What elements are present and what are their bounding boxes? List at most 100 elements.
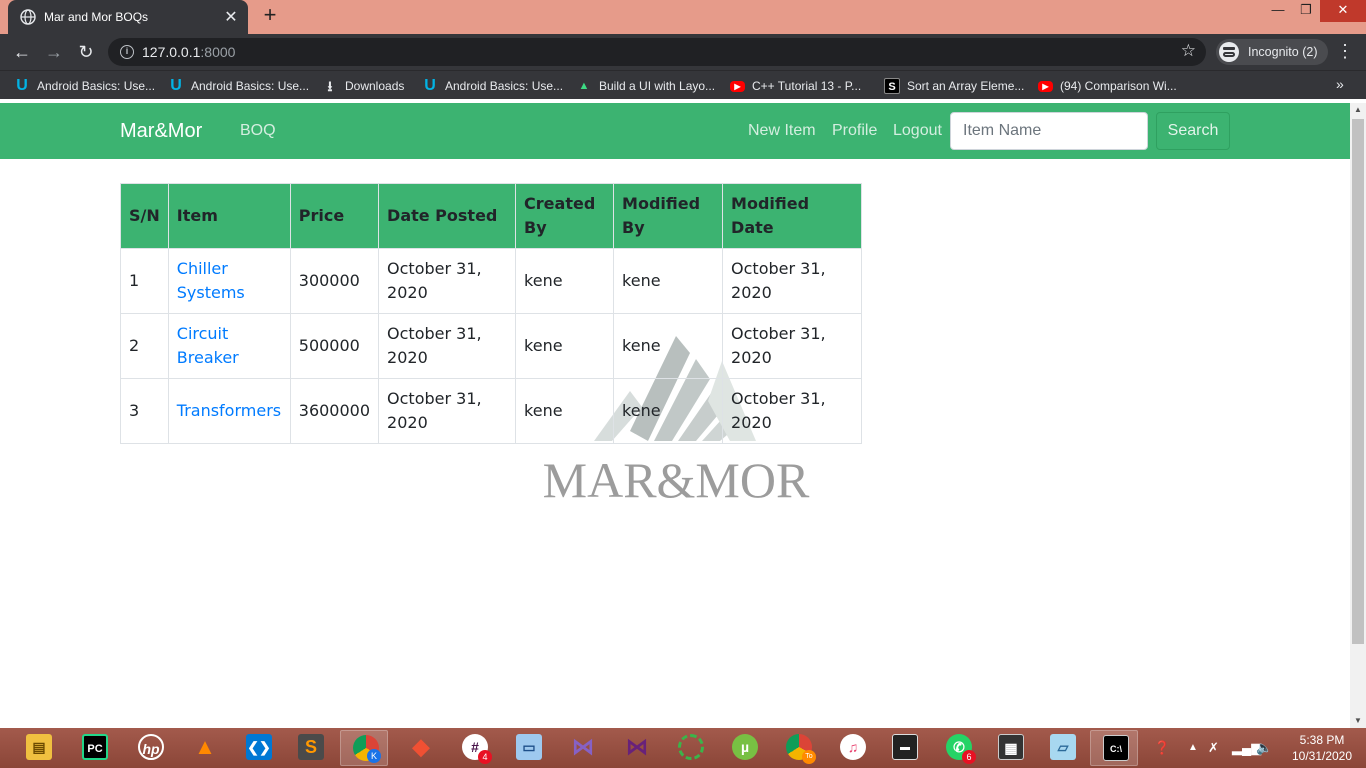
scrollbar-thumb[interactable] xyxy=(1352,119,1364,644)
forward-icon[interactable]: → xyxy=(42,40,66,64)
nav-link-profile[interactable]: Profile xyxy=(832,122,877,140)
bookmark-item[interactable]: ▶ (94) Comparison Wi... xyxy=(1038,77,1177,95)
taskbar-notepad[interactable]: ▱ xyxy=(1038,730,1086,766)
watermark-text: MAR&MOR xyxy=(543,452,810,503)
bookmark-item[interactable]: ▲ Build a UI with Layo... xyxy=(576,77,716,95)
taskbar-visual-studio-2[interactable]: ⋈ xyxy=(612,730,660,766)
taskbar-hp[interactable]: hp xyxy=(126,730,174,766)
navbar-brand[interactable]: Mar&Mor xyxy=(120,120,202,143)
show-hidden-icons[interactable]: ▲ xyxy=(1188,728,1198,768)
nav-link-boq[interactable]: BOQ xyxy=(240,122,276,140)
cell-modified-date: October 31, 2020 xyxy=(722,248,863,314)
search-input[interactable] xyxy=(950,112,1148,150)
back-icon[interactable]: ← xyxy=(10,40,34,64)
network-icon[interactable]: ✗ xyxy=(1208,728,1219,768)
cell-date-posted: October 31, 2020 xyxy=(378,313,517,379)
close-window-icon[interactable]: ✕ xyxy=(1320,0,1366,22)
bookmark-item[interactable]: U Android Basics: Use... xyxy=(422,77,563,95)
menu-icon[interactable]: ⋮ xyxy=(1336,40,1354,62)
table-row: 2 Circuit Breaker 500000 October 31, 202… xyxy=(120,313,863,379)
taskbar-pycharm[interactable]: PC xyxy=(70,730,118,766)
nav-link-new-item[interactable]: New Item xyxy=(748,122,816,140)
incognito-icon xyxy=(1219,42,1239,62)
itunes-icon: ♫ xyxy=(840,734,866,760)
header-modified-by: Modified By xyxy=(613,183,724,249)
restore-icon[interactable]: ❐ xyxy=(1292,0,1320,22)
taskbar-app[interactable]: ▦ xyxy=(986,730,1034,766)
terminal-icon: ▬ xyxy=(892,734,918,760)
cell-sn: 1 xyxy=(120,248,169,314)
browser-tab-strip: Mar and Mor BOQs ✕ + — ❐ ✕ xyxy=(0,0,1366,34)
address-bar[interactable]: i 127.0.0.1:8000 ☆ xyxy=(108,38,1206,66)
taskbar-utorrent[interactable]: µ xyxy=(720,730,768,766)
taskbar-git[interactable]: ◆ xyxy=(396,730,444,766)
pycharm-icon: PC xyxy=(82,734,108,760)
bookmark-item[interactable]: U Android Basics: Use... xyxy=(14,77,155,95)
download-icon: ⭳ xyxy=(327,78,333,94)
table-row: 1 Chiller Systems 300000 October 31, 202… xyxy=(120,248,863,314)
reload-icon[interactable]: ↻ xyxy=(74,40,98,64)
taskbar-file-explorer[interactable]: ▤ xyxy=(14,730,62,766)
header-modified-date: Modified Date xyxy=(722,183,863,249)
taskbar-remote-desktop[interactable]: ▭ xyxy=(504,730,552,766)
taskbar-chrome[interactable]: K xyxy=(340,730,388,766)
item-link[interactable]: Chiller Systems xyxy=(177,259,245,302)
remote-desktop-icon: ▭ xyxy=(516,734,542,760)
bookmark-item[interactable]: U Android Basics: Use... xyxy=(168,77,309,95)
scroll-up-icon[interactable]: ▲ xyxy=(1350,103,1366,117)
vscode-icon: ❮❯ xyxy=(246,734,272,760)
clock-time: 5:38 PM xyxy=(1299,733,1345,747)
utorrent-icon: µ xyxy=(732,734,758,760)
page-viewport: Mar&Mor BOQ New Item Profile Logout Sear… xyxy=(0,103,1350,728)
cell-item: Transformers xyxy=(167,378,291,444)
udacity-icon: U xyxy=(170,77,182,94)
taskbar-itunes[interactable]: ♫ xyxy=(828,730,876,766)
refresh-app-icon xyxy=(678,734,704,760)
taskbar-refresh-app[interactable] xyxy=(666,730,714,766)
bookmark-item[interactable]: S Sort an Array Eleme... xyxy=(884,77,1024,95)
nav-link-logout[interactable]: Logout xyxy=(893,122,942,140)
taskbar-chrome-2[interactable]: To xyxy=(774,730,822,766)
browser-tab[interactable]: Mar and Mor BOQs ✕ xyxy=(8,0,248,34)
close-tab-icon[interactable]: ✕ xyxy=(220,7,242,27)
studytonight-icon: S xyxy=(884,78,900,94)
taskbar-whatsapp[interactable]: ✆ 6 xyxy=(934,730,982,766)
taskbar-vscode[interactable]: ❮❯ xyxy=(234,730,282,766)
youtube-icon: ▶ xyxy=(1038,80,1053,92)
minimize-icon[interactable]: — xyxy=(1264,0,1292,22)
item-link[interactable]: Circuit Breaker xyxy=(177,324,239,367)
taskbar-visual-studio[interactable]: ⋈ xyxy=(558,730,606,766)
taskbar-sublime[interactable]: S xyxy=(286,730,334,766)
help-icon[interactable]: ❓ xyxy=(1154,728,1170,768)
info-icon[interactable]: i xyxy=(120,45,134,59)
cell-modified-by: kene xyxy=(613,248,724,314)
sublime-text-icon: S xyxy=(298,734,324,760)
cell-created-by: kene xyxy=(515,313,615,379)
more-bookmarks-icon[interactable]: » xyxy=(1336,76,1344,92)
boq-table: S/N Item Price Date Posted Created By Mo… xyxy=(120,183,863,444)
globe-icon xyxy=(20,9,36,25)
windows-taskbar: ▤ PC hp ▲ ❮❯ S K ◆ #4 ▭ ⋈ ⋈ µ To ♫ ▬ ✆ 6 … xyxy=(0,728,1366,768)
taskbar-terminal[interactable]: ▬ xyxy=(880,730,928,766)
header-item: Item xyxy=(167,183,291,249)
hp-icon: hp xyxy=(138,734,164,760)
scroll-down-icon[interactable]: ▼ xyxy=(1350,714,1366,728)
cell-created-by: kene xyxy=(515,378,615,444)
volume-icon[interactable]: 🔈 xyxy=(1256,728,1272,768)
taskbar-cmd[interactable]: C:\ xyxy=(1090,730,1138,766)
taskbar-vlc[interactable]: ▲ xyxy=(180,730,228,766)
cell-item: Chiller Systems xyxy=(167,248,291,314)
system-clock[interactable]: 5:38 PM 10/31/2020 xyxy=(1286,732,1358,764)
bookmark-item[interactable]: ▶ C++ Tutorial 13 - P... xyxy=(730,77,861,95)
bookmark-item[interactable]: ⭳ Downloads xyxy=(322,77,405,95)
new-tab-button[interactable]: + xyxy=(258,4,282,28)
cell-modified-date: October 31, 2020 xyxy=(722,378,863,444)
taskbar-slack[interactable]: #4 xyxy=(450,730,498,766)
search-button[interactable]: Search xyxy=(1156,112,1230,150)
page-scrollbar[interactable]: ▲ ▼ xyxy=(1350,103,1366,728)
incognito-button[interactable]: Incognito (2) xyxy=(1216,39,1328,65)
item-link[interactable]: Transformers xyxy=(177,401,281,420)
bookmark-star-icon[interactable]: ☆ xyxy=(1181,41,1196,61)
header-price: Price xyxy=(289,183,380,249)
bookmarks-bar: U Android Basics: Use... U Android Basics:… xyxy=(0,70,1366,99)
